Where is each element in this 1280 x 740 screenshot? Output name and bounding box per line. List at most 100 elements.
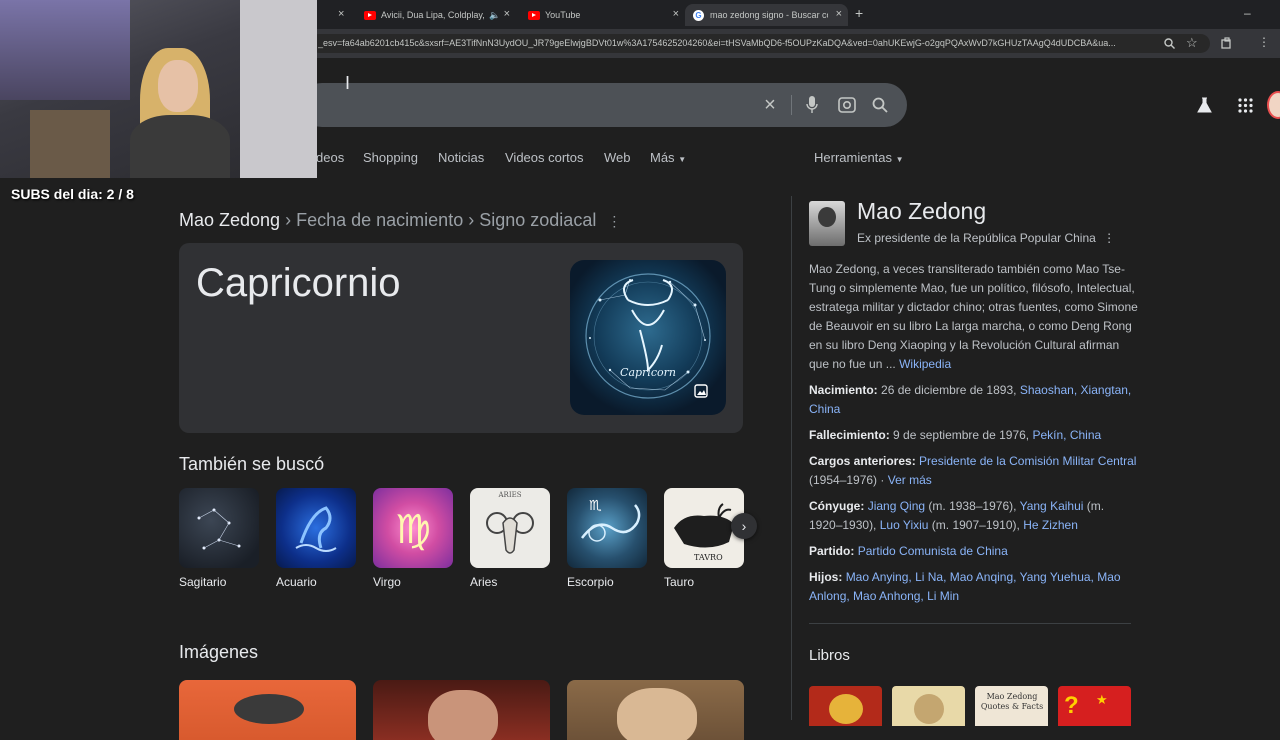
clear-icon[interactable]: ×: [758, 93, 782, 117]
text-cursor-icon: I: [345, 73, 351, 93]
see-more-link[interactable]: Ver más: [888, 473, 932, 487]
webcam-background-light: [0, 0, 130, 100]
aries-ram-drawing: ARIES: [486, 491, 534, 554]
related-thumb-escorpio[interactable]: ♏: [567, 488, 647, 568]
svg-text:♏: ♏: [589, 498, 602, 514]
tab-google-search[interactable]: G mao zedong signo - Buscar co ×: [685, 4, 848, 26]
book-cover[interactable]: [809, 686, 882, 726]
kp-link[interactable]: Pekín, China: [1032, 428, 1101, 442]
tab-more[interactable]: Más ▼: [650, 150, 686, 165]
kp-value: 26 de diciembre de 1893,: [881, 383, 1017, 397]
kp-link[interactable]: Mao Anying, Li Na, Mao Anqing, Yang Yueh…: [809, 570, 1121, 603]
divider: [791, 95, 792, 115]
kp-link[interactable]: Presidente de la Comisión Militar Centra…: [919, 454, 1136, 468]
book-cover[interactable]: ? ★: [1058, 686, 1131, 726]
related-label[interactable]: Virgo: [373, 575, 401, 589]
capricorn-image[interactable]: Capricorn: [570, 260, 726, 415]
more-options-icon[interactable]: ⋮: [607, 213, 621, 229]
related-label[interactable]: Acuario: [276, 575, 317, 589]
image-icon[interactable]: [694, 384, 708, 398]
tab-short-videos[interactable]: Videos cortos: [505, 150, 584, 165]
related-label[interactable]: Escorpio: [567, 575, 614, 589]
kp-link[interactable]: Partido Comunista de China: [858, 544, 1008, 558]
kp-link[interactable]: Luo Yixiu: [880, 518, 929, 532]
tab-shopping[interactable]: Shopping: [363, 150, 418, 165]
tab-youtube[interactable]: YouTube ×: [520, 4, 685, 26]
google-lens-icon[interactable]: [838, 97, 856, 113]
related-thumb-aries[interactable]: ARIES: [470, 488, 550, 568]
tab-close-icon[interactable]: ×: [504, 8, 510, 20]
address-bar[interactable]: _esv=fa64ab6201cb415c&sxsrf=AE3TifNnN3Uy…: [310, 34, 1210, 53]
tab-youtube-music[interactable]: Avicii, Dua Lipa, Coldplay, M 🔈 ×: [356, 4, 516, 26]
breadcrumb-birth-date[interactable]: Fecha de nacimiento: [296, 210, 463, 230]
tab-more-label: Más: [650, 150, 675, 165]
tools-button[interactable]: Herramientas ▼: [814, 150, 904, 165]
related-searches-heading: También se buscó: [179, 454, 325, 474]
more-options-icon[interactable]: ⋮: [1103, 231, 1115, 245]
related-thumb-acuario[interactable]: [276, 488, 356, 568]
kp-label: Cónyuge:: [809, 499, 865, 513]
microphone-icon[interactable]: [806, 95, 818, 114]
wikipedia-link[interactable]: Wikipedia: [899, 357, 951, 371]
constellation-image: [197, 508, 241, 550]
related-label[interactable]: Tauro: [664, 575, 694, 589]
zoom-icon[interactable]: [1164, 38, 1175, 49]
kp-label: Nacimiento:: [809, 383, 878, 397]
answer-card: Capricornio Capricorn: [179, 243, 743, 433]
tab-close-icon[interactable]: ×: [673, 8, 679, 20]
webcam-furniture: [30, 110, 110, 178]
kp-label: Cargos anteriores:: [809, 454, 916, 468]
dropdown-arrow-icon: ▼: [895, 155, 904, 164]
related-label[interactable]: Sagitario: [179, 575, 226, 589]
tab-close-icon[interactable]: ×: [338, 8, 344, 20]
tab-web[interactable]: Web: [604, 150, 631, 165]
tab-news[interactable]: Noticias: [438, 150, 484, 165]
url-text: _esv=fa64ab6201cb415c&sxsrf=AE3TifNnN3Uy…: [318, 38, 1116, 48]
kp-label: Fallecimiento:: [809, 428, 890, 442]
answer-value: Capricornio: [196, 261, 401, 305]
taurus-image-text: TAVRO: [694, 553, 723, 562]
kp-link[interactable]: Shaoshan,: [1020, 383, 1077, 397]
breadcrumb-entity[interactable]: Mao Zedong: [179, 210, 280, 230]
minimize-icon[interactable]: –: [1244, 6, 1251, 20]
avatar[interactable]: [1267, 91, 1280, 119]
kp-title: Mao Zedong: [857, 198, 987, 224]
subs-counter: SUBS del dia: 2 / 8: [11, 186, 134, 202]
carousel-next-button[interactable]: ›: [731, 513, 757, 539]
tab-title: Avicii, Dua Lipa, Coldplay, M: [381, 10, 485, 20]
image-result[interactable]: [179, 680, 356, 740]
related-thumb-sagitario[interactable]: [179, 488, 259, 568]
related-thumb-virgo[interactable]: ♍: [373, 488, 453, 568]
aquarius-image: [295, 506, 337, 552]
kp-offices: Cargos anteriores: Presidente de la Comi…: [809, 452, 1139, 490]
kp-link[interactable]: Jiang Qing: [868, 499, 925, 513]
tab-close-icon[interactable]: ×: [836, 8, 842, 20]
apps-grid-icon[interactable]: [1238, 98, 1253, 113]
labs-flask-icon[interactable]: [1197, 97, 1212, 113]
search-icon[interactable]: [872, 97, 888, 113]
kp-link[interactable]: He Zizhen: [1023, 518, 1078, 532]
kp-children: Hijos: Mao Anying, Li Na, Mao Anqing, Ya…: [809, 568, 1139, 606]
new-tab-button[interactable]: +: [855, 5, 863, 21]
kp-spouse: Cónyuge: Jiang Qing (m. 1938–1976), Yang…: [809, 497, 1139, 535]
image-result[interactable]: [567, 680, 744, 740]
tab-videos[interactable]: deos: [316, 150, 344, 165]
kp-label: Hijos:: [809, 570, 843, 584]
speaker-icon[interactable]: 🔈: [489, 10, 500, 21]
kp-link[interactable]: Yang Kaihui: [1020, 499, 1084, 513]
image-result[interactable]: [373, 680, 550, 740]
bookmark-star-icon[interactable]: ☆: [1186, 35, 1198, 51]
youtube-icon: [528, 10, 540, 20]
kp-value: (m. 1907–1910),: [931, 518, 1020, 532]
related-label[interactable]: Aries: [470, 575, 497, 589]
webcam-overlay: [0, 0, 317, 178]
extensions-icon[interactable]: [1221, 37, 1233, 49]
book-cover[interactable]: [892, 686, 965, 726]
menu-icon[interactable]: ⋮: [1258, 35, 1270, 49]
streamer-face: [158, 60, 198, 112]
kp-thumbnail[interactable]: [809, 201, 845, 246]
search-input[interactable]: ×: [300, 83, 907, 127]
kp-value: 9 de septiembre de 1976,: [893, 428, 1030, 442]
book-cover[interactable]: Mao Zedong Quotes & Facts: [975, 686, 1048, 726]
dropdown-arrow-icon: ▼: [678, 155, 687, 164]
